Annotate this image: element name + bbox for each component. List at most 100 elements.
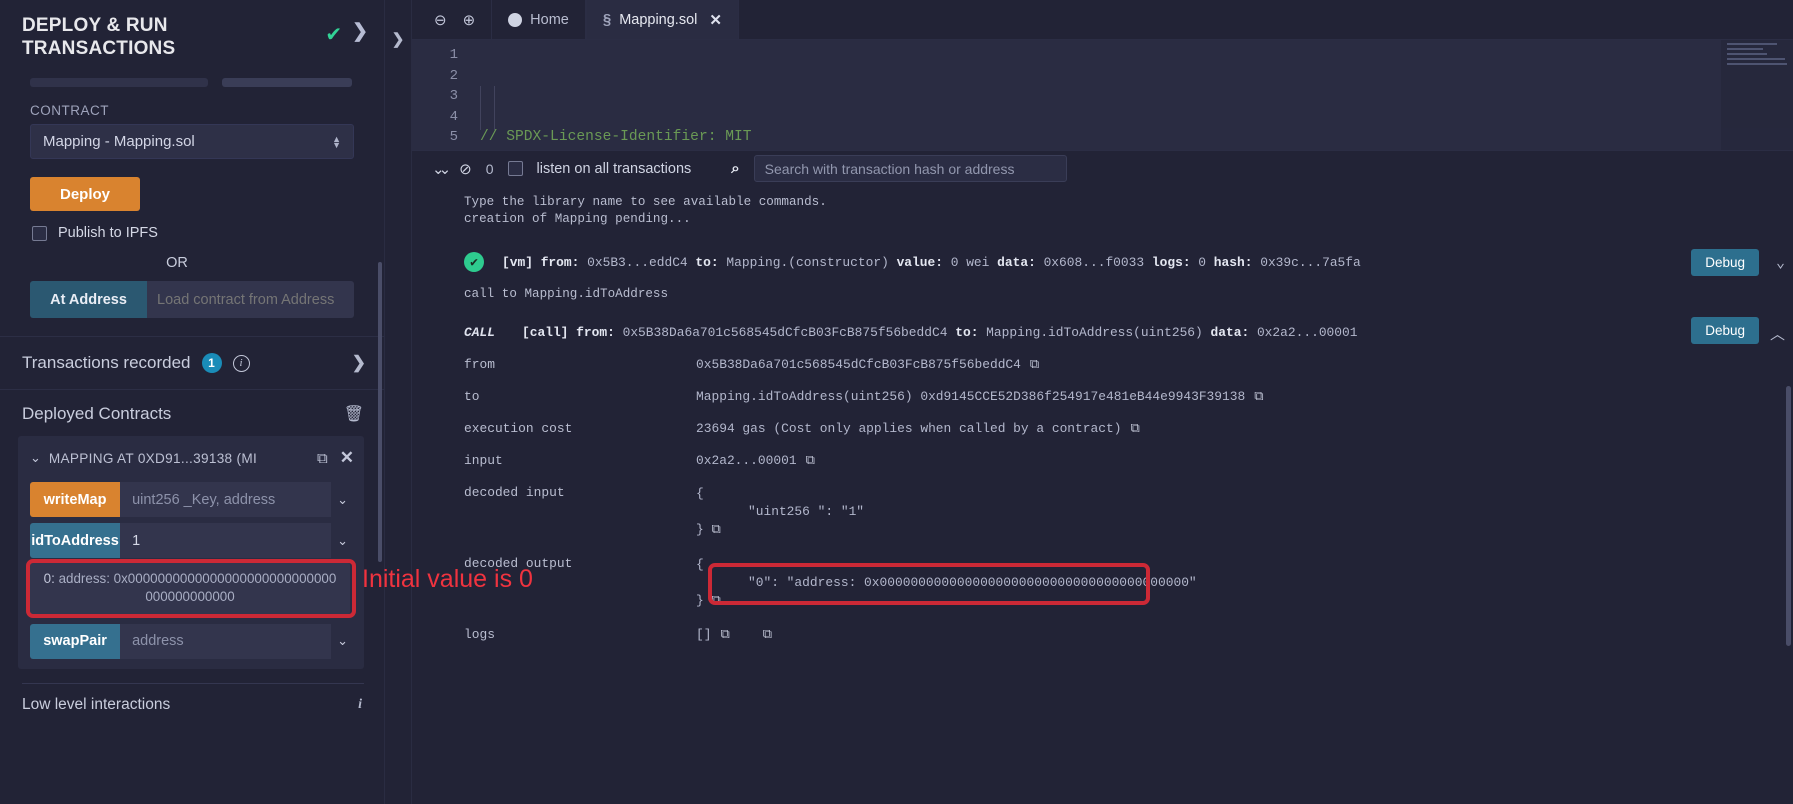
clear-console-icon[interactable]: ⊘ bbox=[459, 160, 472, 178]
close-icon[interactable]: ✕ bbox=[336, 448, 354, 468]
at-address-button[interactable]: At Address bbox=[30, 281, 147, 319]
zoom-out-icon[interactable]: ⊖ bbox=[434, 11, 447, 29]
deploy-transaction-summary: [vm] from: 0x5B3...eddC4 to: Mapping.(co… bbox=[484, 255, 1361, 270]
tx-segment: to: bbox=[695, 254, 727, 270]
at-address-input[interactable] bbox=[147, 281, 354, 319]
deployed-contracts-header: Deployed Contracts 🗑 bbox=[0, 390, 384, 436]
tx-segment: from: bbox=[576, 325, 623, 340]
listen-all-transactions-checkbox[interactable] bbox=[507, 161, 523, 176]
tx-segment: 0x608...f0033 bbox=[1043, 254, 1152, 270]
tab-mapping-sol[interactable]: § Mapping.sol ✕ bbox=[585, 0, 739, 39]
copy-icon[interactable]: ⧉ bbox=[720, 627, 729, 642]
detail-row-input: input 0x2a2...00001 ⧉ bbox=[412, 453, 1793, 468]
detail-key: from bbox=[464, 357, 495, 372]
detail-key: decoded input bbox=[464, 485, 565, 500]
decoded-output-body: "0": "address: 0x00000000000000000000000… bbox=[748, 575, 1197, 590]
code-content[interactable]: // SPDX-License-Identifier: MIT pragma so… bbox=[468, 40, 1793, 150]
contract-card-header[interactable]: ⌄ MAPPING AT 0XD91...39138 (MI ⧉ ✕ bbox=[18, 444, 364, 476]
deploy-transaction-block[interactable]: ✔ [vm] from: 0x5B3...eddC4 to: Mapping.(… bbox=[412, 248, 1793, 303]
chevron-down-icon[interactable]: ⌄ bbox=[331, 624, 354, 659]
copy-icon[interactable]: ⧉ bbox=[1130, 421, 1139, 436]
page-title: DEPLOY & RUN TRANSACTIONS bbox=[22, 15, 176, 60]
transactions-recorded-section[interactable]: Transactions recorded 1 i ❯ bbox=[0, 337, 384, 391]
trash-icon[interactable]: 🗑 bbox=[344, 404, 364, 424]
zoom-in-icon[interactable]: ⊕ bbox=[463, 11, 476, 29]
tx-segment: 0x2a2...00001 bbox=[1256, 325, 1358, 340]
detail-value: Mapping.idToAddress(uint256) 0xd9145CCE5… bbox=[696, 389, 1246, 404]
idtoaddress-input[interactable] bbox=[120, 523, 332, 559]
close-icon[interactable]: ✕ bbox=[709, 11, 722, 29]
copy-icon[interactable]: ⧉ bbox=[763, 627, 772, 642]
chevron-down-icon[interactable]: ⌄ bbox=[30, 450, 41, 466]
tab-mapping-sol-label: Mapping.sol bbox=[619, 11, 698, 28]
chevron-up-icon[interactable]: ︿ bbox=[1770, 323, 1785, 344]
detail-value: 0x2a2...00001 bbox=[696, 453, 797, 468]
code-editor[interactable]: 1 2 3 4 5 // SPDX-License-Identifier: MIT pra… bbox=[412, 40, 1793, 150]
call-tag: CALL bbox=[464, 325, 495, 340]
placeholder-bar-2 bbox=[222, 78, 352, 88]
tab-home[interactable]: Home bbox=[491, 0, 586, 39]
decoded-output-close: } bbox=[696, 593, 704, 608]
tx-segment: Mapping.(constructor) bbox=[726, 254, 897, 270]
publish-ipfs-checkbox[interactable] bbox=[32, 225, 47, 241]
tx-segment: to: bbox=[955, 325, 987, 340]
annotation-initial-value: Initial value is 0 bbox=[362, 565, 533, 593]
chevron-down-icon[interactable]: ⌄ bbox=[1776, 253, 1785, 272]
idtoaddress-button[interactable]: idToAddress bbox=[30, 523, 121, 559]
panel-collapse-rail[interactable]: ❯ bbox=[385, 0, 412, 804]
call-transaction-row[interactable]: CALL [call] from: 0x5B38Da6a701c568545dC… bbox=[412, 317, 1793, 344]
left-panel-scrollbar[interactable] bbox=[378, 262, 382, 562]
swappair-input[interactable] bbox=[120, 623, 332, 659]
line-number: 2 bbox=[449, 67, 458, 84]
chevron-right-icon[interactable]: ❯ bbox=[352, 20, 368, 43]
writemap-input[interactable] bbox=[120, 482, 332, 518]
tx-segment: 0x5B3...eddC4 bbox=[587, 254, 696, 270]
debug-button[interactable]: Debug bbox=[1691, 248, 1759, 276]
solidity-icon: § bbox=[602, 11, 612, 28]
copy-icon[interactable]: ⧉ bbox=[1030, 357, 1039, 372]
call-log-line: call to Mapping.idToAddress bbox=[464, 287, 669, 301]
function-row-swappair: swapPair ⌄ bbox=[30, 623, 354, 659]
chevron-right-icon[interactable]: ❯ bbox=[352, 353, 366, 373]
debug-button[interactable]: Debug bbox=[1691, 317, 1759, 344]
chevron-down-icon[interactable]: ⌄ bbox=[331, 482, 354, 517]
publish-ipfs-row[interactable]: Publish to IPFS bbox=[0, 211, 384, 241]
copy-icon[interactable]: ⧉ bbox=[1254, 389, 1263, 404]
detail-key: execution cost bbox=[464, 421, 573, 436]
contract-select[interactable]: Mapping - Mapping.sol ▲ ▼ bbox=[30, 124, 354, 160]
editor-minimap[interactable] bbox=[1721, 40, 1793, 150]
writemap-button[interactable]: writeMap bbox=[30, 482, 121, 518]
result-index: 0: bbox=[43, 571, 55, 587]
low-level-label: Low level interactions bbox=[22, 695, 171, 713]
tx-segment: 0 wei bbox=[950, 254, 998, 270]
info-icon[interactable]: i bbox=[232, 354, 250, 372]
detail-value: 0x5B38Da6a701c568545dCfcB03FcB875f56bedd… bbox=[696, 357, 1021, 372]
search-icon[interactable]: ⌕ bbox=[731, 160, 739, 177]
contract-label: CONTRACT bbox=[30, 103, 109, 119]
copy-icon[interactable]: ⧉ bbox=[712, 593, 721, 608]
decoded-input-close: } bbox=[696, 522, 704, 537]
listen-all-transactions-label: listen on all transactions bbox=[536, 160, 692, 177]
terminal-scrollbar[interactable] bbox=[1786, 386, 1791, 646]
chevron-down-icon[interactable]: ⌄ bbox=[331, 523, 354, 558]
editor-tabbar: ⊖ ⊕ Home § Mapping.sol ✕ bbox=[412, 0, 1793, 40]
deploy-transaction-row[interactable]: ✔ [vm] from: 0x5B3...eddC4 to: Mapping.(… bbox=[412, 248, 1793, 276]
remix-ide-window: DEPLOY & RUN TRANSACTIONS ✔ ❯ CONTRACT M… bbox=[0, 0, 1793, 804]
terminal-output[interactable]: Type the library name to see available c… bbox=[412, 186, 1793, 804]
deploy-button[interactable]: Deploy bbox=[30, 177, 140, 212]
chevron-right-icon[interactable]: ❯ bbox=[392, 31, 405, 48]
call-transaction-block[interactable]: CALL [call] from: 0x5B38Da6a701c568545dC… bbox=[412, 317, 1793, 642]
tx-segment: data: bbox=[997, 254, 1044, 270]
search-input[interactable] bbox=[753, 155, 1067, 182]
line-number: 5 bbox=[449, 129, 458, 146]
copy-icon[interactable]: ⧉ bbox=[806, 453, 815, 468]
swappair-button[interactable]: swapPair bbox=[30, 623, 121, 659]
deploy-run-panel: DEPLOY & RUN TRANSACTIONS ✔ ❯ CONTRACT M… bbox=[0, 0, 385, 804]
copy-icon[interactable]: ⧉ bbox=[317, 450, 328, 467]
tx-segment: 0 bbox=[1198, 254, 1214, 270]
function-row-idtoaddress: idToAddress ⌄ bbox=[30, 523, 354, 559]
info-icon[interactable]: i bbox=[358, 697, 362, 713]
collapse-terminal-icon[interactable]: ⌄⌄ bbox=[432, 160, 451, 178]
result-value: address: 0x00000000000000000000000000000… bbox=[58, 571, 337, 605]
copy-icon[interactable]: ⧉ bbox=[712, 522, 721, 537]
